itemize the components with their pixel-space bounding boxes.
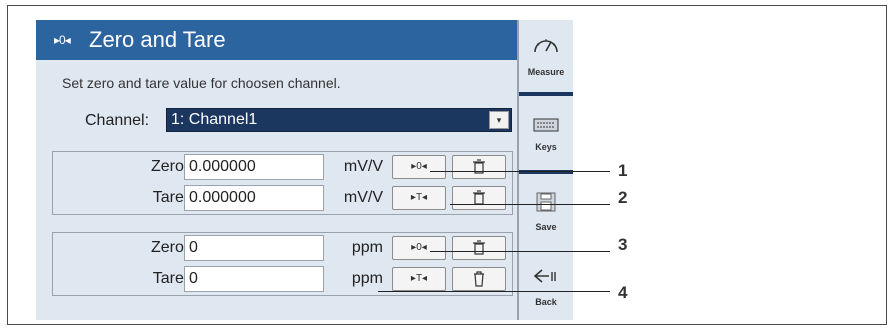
sidebar-item-label: Measure [527,67,565,77]
sidebar-item-label: Keys [535,142,557,152]
sidebar-item-label: Back [535,297,557,307]
tare-unit-label: mV/V [343,189,383,206]
zero-value-text: 0.000000 [189,158,256,175]
ppm-value-group: Zero value: 0 ppm ▸0◂ Tare value: 0 ppm … [52,232,513,296]
channel-select[interactable]: 1: Channel1 ▾ [166,108,512,132]
zero-unit-label: ppm [351,239,383,256]
tare-button[interactable]: ▸T◂ [392,186,446,210]
tare-button[interactable]: ▸T◂ [392,267,446,291]
zero-value-field[interactable]: 0 [184,235,324,261]
clear-zero-button[interactable] [452,236,506,260]
channel-value: 1: Channel1 [171,111,258,128]
zero-unit-label: mV/V [343,158,383,175]
page-title: Zero and Tare [89,27,226,52]
callout-number: 1 [618,161,628,180]
tare-value-row: Tare value: 0 ppm ▸T◂ [53,264,512,294]
clear-zero-button[interactable] [452,155,506,179]
zero-button[interactable]: ▸0◂ [392,236,446,260]
zero-value-row: Zero value: 0 ppm ▸0◂ [53,233,512,263]
callout-line [430,251,610,252]
trash-icon [474,271,484,287]
sidebar-item-back[interactable]: Back [519,250,573,320]
tare-unit-label: ppm [351,270,383,287]
callout-number: 2 [618,188,628,207]
zero-icon: ▸0◂ [411,161,427,172]
delete-tare-button[interactable] [452,267,506,291]
sidebar-item-save[interactable]: Save [519,178,573,248]
callout-line [378,291,610,292]
channel-label: Channel: [85,112,150,129]
back-icon [533,269,556,283]
clear-icon [473,159,485,174]
save-icon [536,192,556,212]
title-bar: ▸0◂ Zero and Tare [36,20,517,60]
tare-value-field[interactable]: 0 [184,266,324,292]
sidebar-item-keys[interactable]: Keys [519,100,573,170]
keyboard-icon [533,118,559,132]
tare-icon: ▸T◂ [410,192,428,203]
zero-icon: ▸0◂ [54,33,71,47]
mv-value-group: Zero value: 0.000000 mV/V ▸0◂ Tare value… [52,151,513,215]
tare-value-field[interactable]: 0.000000 [184,185,324,211]
sidebar-item-label: Save [535,222,557,232]
clear-tare-button[interactable] [452,186,506,210]
zero-button[interactable]: ▸0◂ [392,155,446,179]
callout-number: 3 [618,235,628,254]
callout-number: 4 [618,283,628,302]
zero-icon: ▸0◂ [411,242,427,253]
tare-value-text: 0.000000 [189,189,256,206]
sidebar-item-measure[interactable]: Measure [519,20,573,90]
sidebar-divider [519,92,573,96]
zero-value-field[interactable]: 0.000000 [184,154,324,180]
sidebar: Measure Keys Save Back [517,20,573,320]
gauge-icon [534,39,558,53]
zero-value-row: Zero value: 0.000000 mV/V ▸0◂ [53,152,512,182]
callout-line [430,171,610,172]
tare-value-row: Tare value: 0.000000 mV/V ▸T◂ [53,183,512,213]
clear-icon [473,240,485,255]
tare-value-text: 0 [189,270,198,287]
description-text: Set zero and tare value for choosen chan… [62,75,341,91]
dropdown-arrow-icon[interactable]: ▾ [489,111,509,129]
callout-line [450,204,610,205]
tare-icon: ▸T◂ [410,273,428,284]
zero-value-text: 0 [189,239,198,256]
